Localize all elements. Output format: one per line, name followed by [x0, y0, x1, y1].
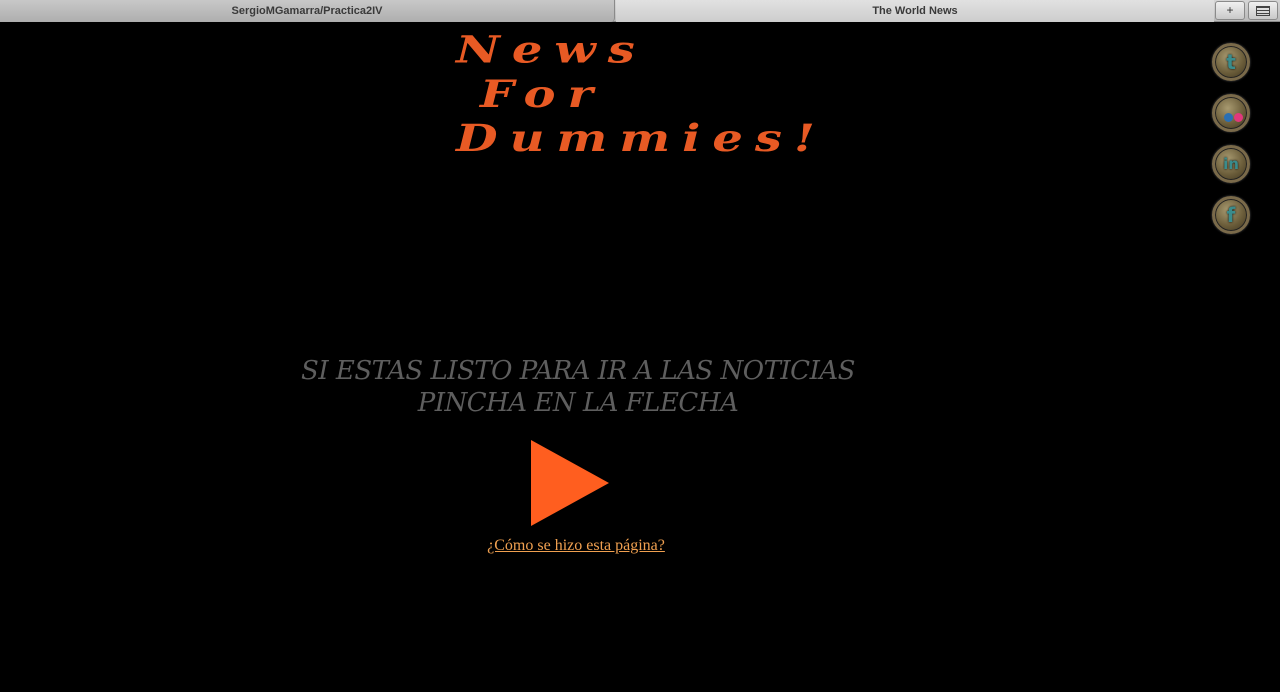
cta-line-1: SI ESTAS LISTO PARA IR A LAS NOTICIAS: [301, 356, 855, 386]
linkedin-button[interactable]: in: [1212, 145, 1250, 183]
logo-line-news: News: [456, 28, 647, 72]
flickr-icon: [1224, 109, 1244, 127]
tab-overview-button[interactable]: [1248, 1, 1278, 20]
play-arrow-button[interactable]: [530, 440, 610, 526]
twitter-icon: t: [1226, 50, 1236, 74]
play-arrow-icon: [531, 440, 609, 526]
cta-line-2: PINCHA EN LA FLECHA: [417, 388, 739, 418]
browser-tab-bar: SergioMGamarra/Practica2IV The World New…: [0, 0, 1280, 22]
tab-the-world-news[interactable]: The World News: [616, 0, 1214, 22]
twitter-button[interactable]: t: [1212, 43, 1250, 81]
facebook-icon: f: [1226, 203, 1236, 227]
linkedin-icon: in: [1223, 155, 1239, 173]
logo-line-dummies: Dummies!: [456, 116, 827, 161]
facebook-button[interactable]: f: [1212, 196, 1250, 234]
site-logo: News For Dummies!: [456, 28, 827, 161]
social-links: t in f: [1212, 43, 1254, 247]
tab-practica2iv[interactable]: SergioMGamarra/Practica2IV: [0, 0, 615, 22]
tab-overview-icon: [1256, 6, 1270, 16]
call-to-action-text: SI ESTAS LISTO PARA IR A LAS NOTICIAS PI…: [200, 355, 956, 419]
logo-line-for: For: [480, 72, 605, 117]
new-tab-button[interactable]: +: [1215, 1, 1245, 20]
how-it-was-made-link[interactable]: ¿Cómo se hizo esta página?: [476, 537, 676, 555]
flickr-button[interactable]: [1212, 94, 1250, 132]
